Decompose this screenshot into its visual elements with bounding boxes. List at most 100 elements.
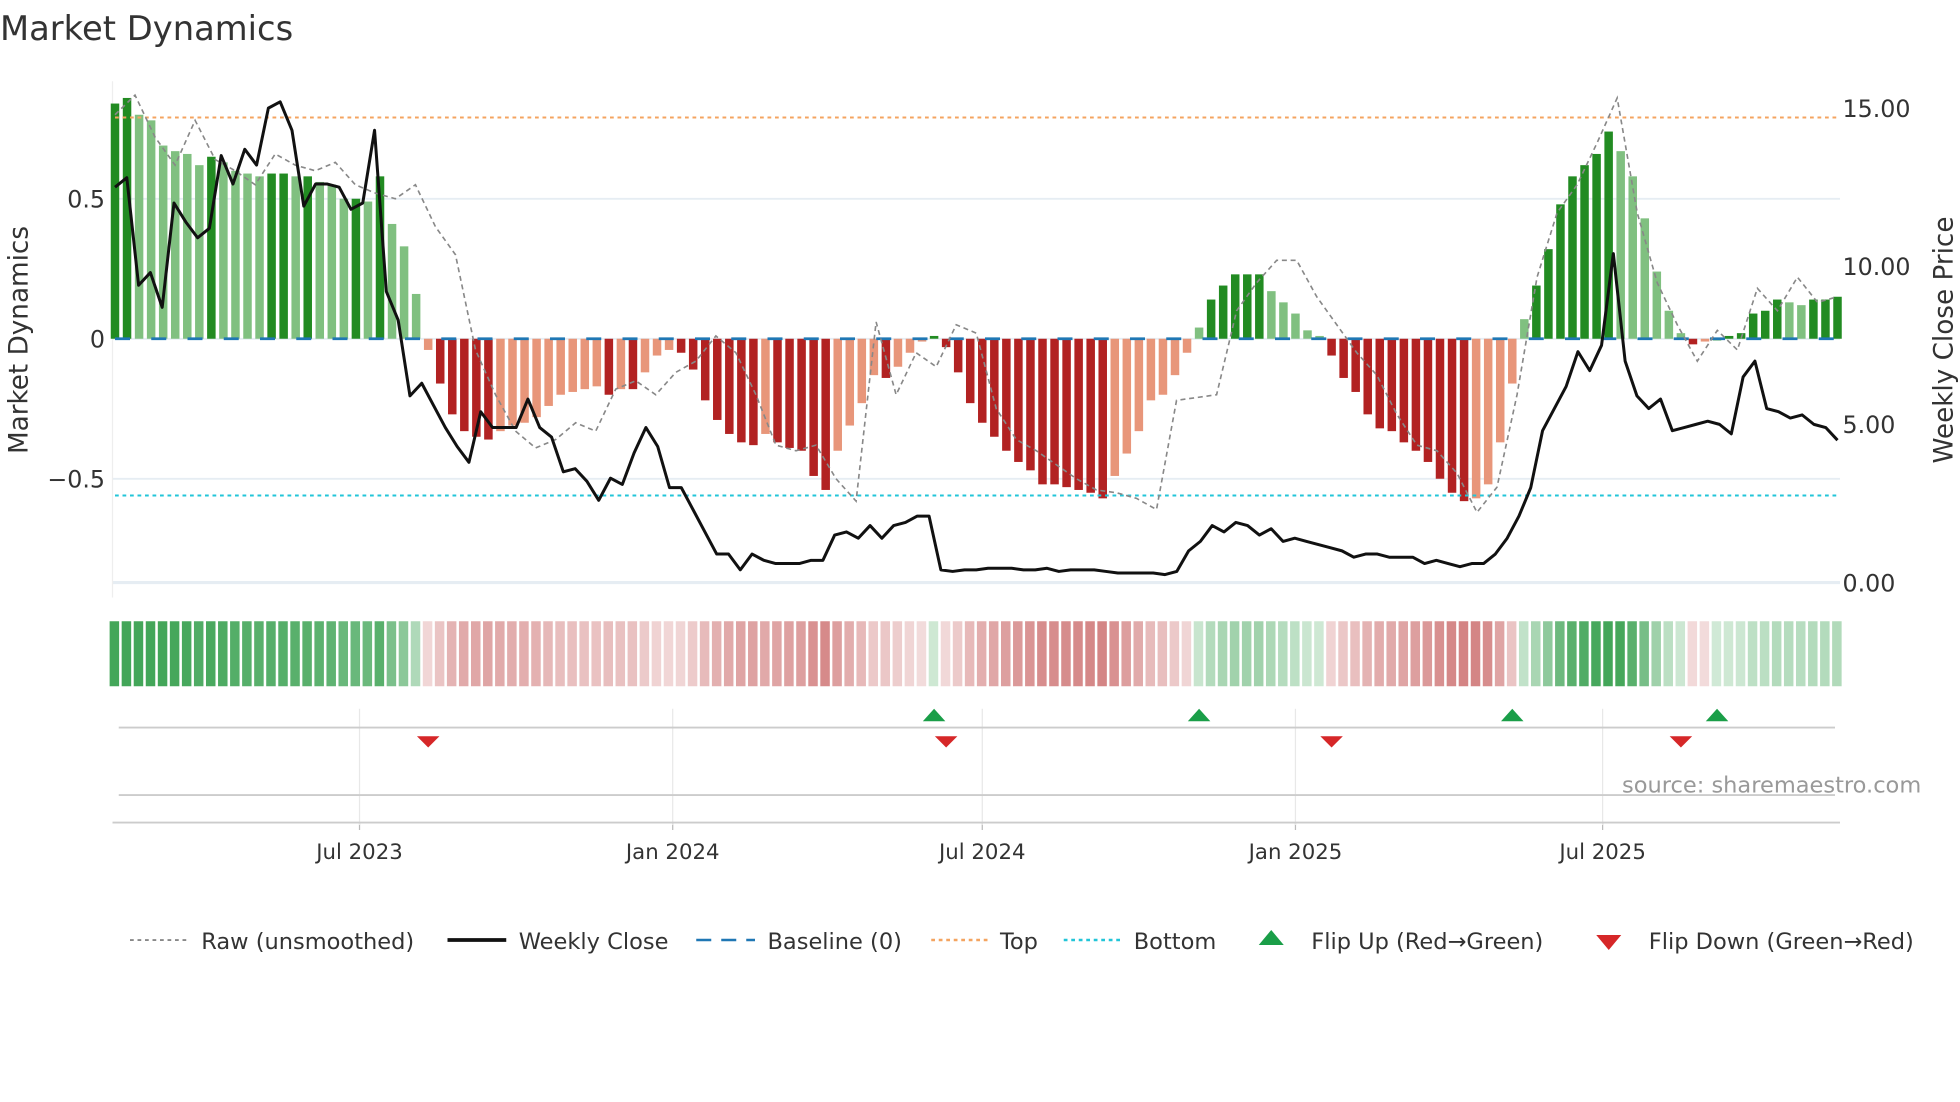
legend-flip-down-label: Flip Down (Green→Red) [1649, 929, 1914, 955]
regime-strip-cell [627, 621, 638, 687]
regime-strip-cell [1157, 621, 1168, 687]
legend-baseline-label: Baseline (0) [768, 929, 902, 955]
momentum-bar [905, 338, 915, 353]
momentum-bar [1339, 338, 1348, 378]
regime-strip-cell [1374, 621, 1384, 687]
regime-strip-cell [1205, 621, 1216, 687]
momentum-bar [387, 223, 397, 339]
regime-strip-cell [868, 621, 878, 687]
regime-strip-cell [193, 621, 204, 687]
regime-strip-cell [1723, 621, 1734, 687]
regime-strip-cell [832, 621, 842, 687]
flip-up-icon [922, 708, 946, 722]
regime-strip-cell [446, 621, 457, 687]
momentum-bar [1748, 313, 1758, 339]
regime-strip-cell [266, 621, 276, 687]
legend-top-label: Top [999, 929, 1038, 955]
regime-strip-cell [1133, 621, 1143, 687]
regime-strip-cell [386, 621, 397, 687]
momentum-bar [351, 198, 361, 339]
momentum-bar [1146, 338, 1156, 401]
regime-strip-cell [507, 621, 517, 687]
momentum-bar [773, 338, 782, 443]
regime-strip-cell [1410, 621, 1421, 687]
regime-strip-cell [1386, 621, 1396, 687]
regime-strip-cell [591, 621, 601, 687]
flip-down-icon [1669, 736, 1693, 748]
regime-strip-cell [1049, 621, 1059, 687]
regime-strip-cell [1290, 621, 1300, 687]
momentum-bar [688, 338, 698, 370]
regime-strip-cell [422, 621, 433, 687]
regime-strip-cell [1121, 621, 1131, 687]
momentum-bar [604, 338, 614, 395]
momentum-bar [158, 145, 168, 339]
momentum-bar [255, 176, 264, 339]
momentum-bar [339, 198, 349, 339]
y-tick-label: −0.5 [47, 466, 105, 494]
momentum-bar [1592, 153, 1601, 339]
regime-strip-cell [1253, 621, 1264, 687]
regime-strip-cell [844, 621, 854, 687]
regime-strip-cell [1398, 621, 1408, 687]
regime-strip-cell [1543, 621, 1553, 687]
regime-strip-cell [483, 621, 493, 687]
momentum-bar [1797, 305, 1806, 339]
momentum-bar [1459, 338, 1469, 502]
momentum-bar [435, 338, 445, 384]
regime-strip-cell [1711, 621, 1722, 687]
regime-strip-cell [495, 621, 505, 687]
regime-strip-cell [1675, 621, 1686, 687]
regime-strip-cell [205, 621, 216, 687]
market-dynamics-chart: Market Dynamics 0.5 0 −0.5 15.00 10.00 5.00 0.… [0, 9, 1960, 955]
regime-strip-cell [1434, 621, 1445, 687]
momentum-bar [1423, 338, 1433, 462]
momentum-bar [1640, 218, 1650, 339]
momentum-bar [1363, 338, 1372, 415]
regime-strip-cell [748, 621, 758, 687]
regime-strip-cell [230, 621, 240, 687]
flip-up-icon [1187, 708, 1211, 722]
momentum-bar [676, 338, 686, 353]
regime-strip-cell [531, 621, 541, 687]
regime-strip-cell [1302, 621, 1312, 687]
momentum-bar [1760, 310, 1770, 339]
momentum-bar [1495, 338, 1505, 443]
regime-strip-cell [1518, 621, 1529, 687]
y-tick-label: 0 [90, 326, 105, 354]
regime-strip-cell [470, 621, 481, 687]
regime-strip-cell [772, 621, 782, 687]
momentum-bar [1098, 338, 1107, 499]
regime-strip-cell [1832, 621, 1842, 687]
regime-strip-cell [242, 621, 252, 687]
regime-strip-cell [663, 621, 674, 687]
momentum-bar [1194, 327, 1204, 339]
regime-strip-cell [1061, 621, 1071, 687]
momentum-bar [893, 338, 903, 367]
regime-strip-cell [338, 621, 348, 687]
regime-strip-cell [1470, 621, 1481, 687]
regime-strip-cell [892, 621, 903, 687]
regime-strip-cell [1241, 621, 1252, 687]
regime-strip-cell [784, 621, 794, 687]
momentum-bar [1230, 274, 1240, 339]
momentum-bar [568, 338, 577, 392]
regime-strip-cell [796, 621, 806, 687]
momentum-bar [411, 293, 421, 339]
legend-close-label: Weekly Close [519, 929, 669, 955]
y-axis-label: Market Dynamics [5, 226, 35, 454]
regime-strip-cell [434, 621, 445, 687]
regime-strip-cell [1603, 621, 1613, 687]
regime-strip-cell [1085, 621, 1095, 687]
regime-strip-cell [1265, 621, 1276, 687]
regime-strip-cell [711, 621, 722, 687]
chart-lines [114, 93, 1839, 577]
regime-strip-cell [1639, 621, 1649, 687]
momentum-bar [556, 338, 565, 395]
regime-strip-cell [1169, 621, 1180, 687]
momentum-bar [327, 184, 337, 339]
momentum-bar [592, 338, 602, 387]
regime-strip-cell [1109, 621, 1119, 687]
regime-strip-cell [1783, 621, 1794, 687]
regime-strip-cell [928, 621, 939, 687]
